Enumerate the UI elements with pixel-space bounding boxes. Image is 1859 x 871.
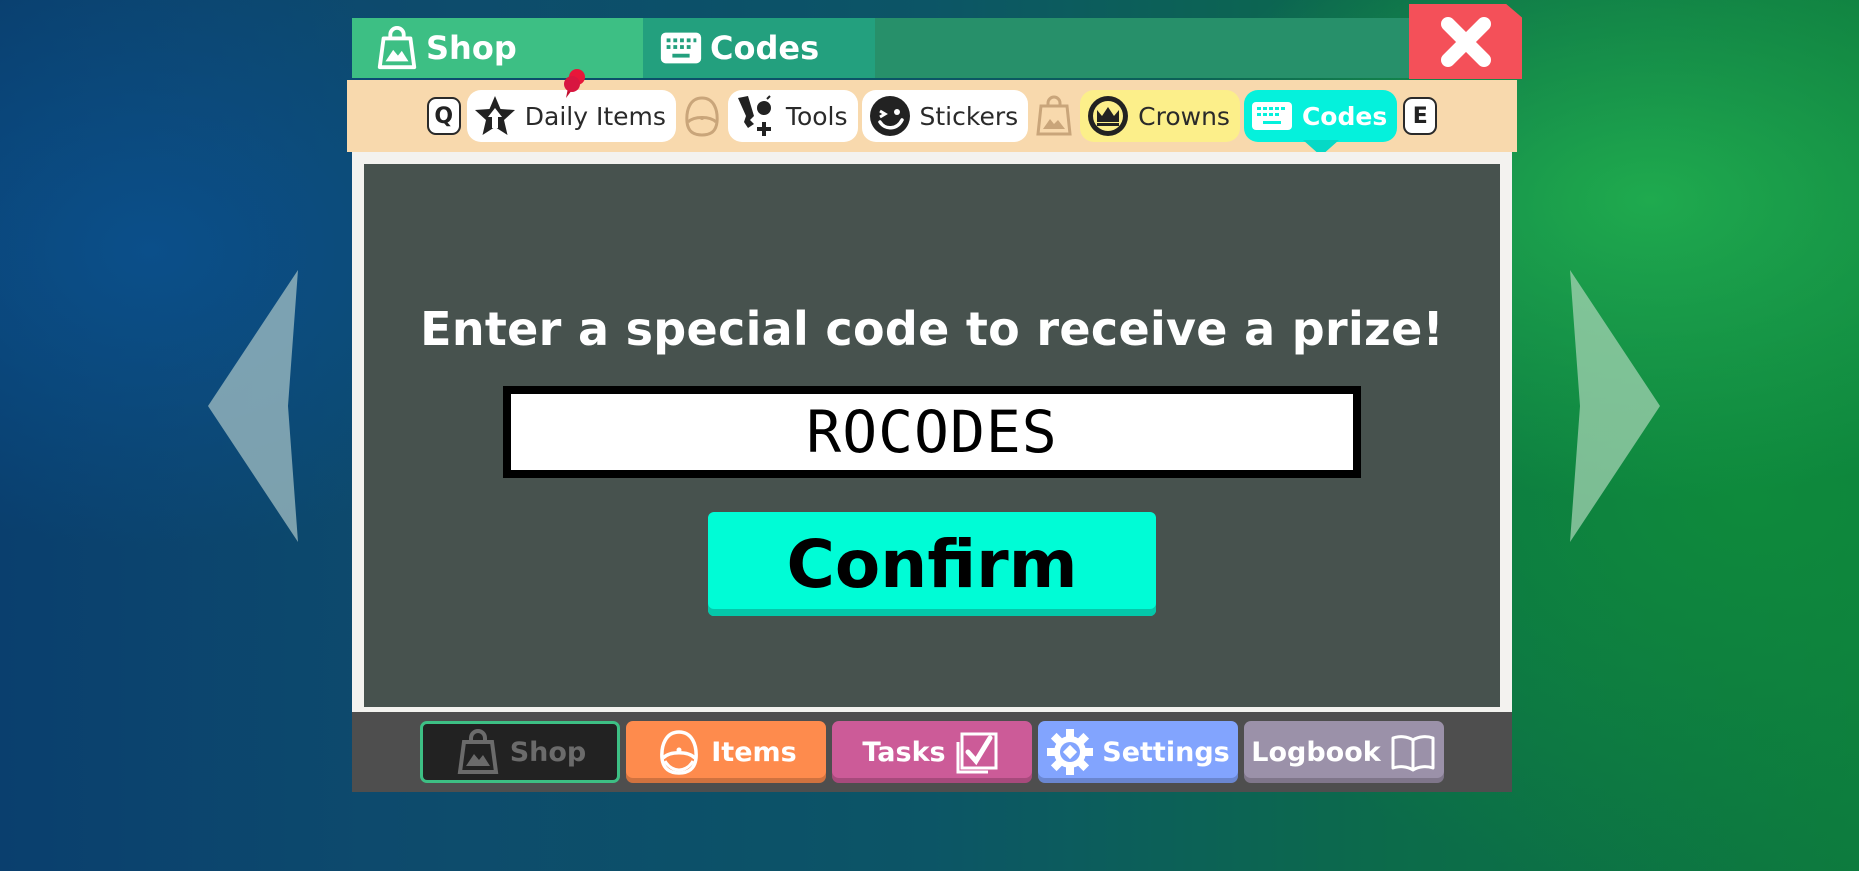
shopping-bag-icon[interactable] (1032, 94, 1076, 138)
nav-items-button[interactable]: Items (626, 721, 826, 783)
codes-prompt: Enter a special code to receive a prize! (420, 302, 1444, 356)
previous-arrow[interactable] (206, 266, 306, 546)
nav-logbook-button[interactable]: Logbook (1244, 721, 1444, 783)
subtab-tools[interactable]: Tools (727, 90, 858, 142)
keyboard-icon (658, 25, 704, 71)
code-input[interactable] (503, 386, 1361, 478)
chevron-right-icon (1570, 270, 1660, 542)
next-category-key[interactable]: E (1403, 97, 1438, 135)
close-icon (1440, 16, 1491, 67)
subtab-daily-items[interactable]: Daily Items (466, 69, 676, 142)
star-up-icon (473, 94, 517, 138)
subtab-tools-label: Tools (785, 101, 848, 131)
shopping-bag-icon (454, 728, 502, 776)
shop-window: Shop Codes Q Daily Items Tools Stickers … (347, 4, 1522, 794)
subtab-crowns-label: Crowns (1138, 101, 1230, 131)
notification-pin-icon (563, 69, 585, 98)
checklist-icon (954, 728, 1002, 776)
tools-icon (734, 94, 778, 138)
subtab-codes[interactable]: Codes (1243, 90, 1398, 156)
content-frame: Enter a special code to receive a prize!… (352, 152, 1512, 712)
book-icon (1389, 728, 1437, 776)
bottom-nav: Shop Items Tasks Settings Logbook (352, 712, 1512, 792)
gear-icon (1046, 728, 1094, 776)
nav-settings-label: Settings (1102, 736, 1230, 768)
prev-category-key[interactable]: Q (426, 97, 461, 135)
smiley-icon (868, 94, 912, 138)
codes-panel: Enter a special code to receive a prize!… (364, 164, 1500, 707)
confirm-button[interactable]: Confirm (708, 512, 1156, 616)
nav-settings-button[interactable]: Settings (1038, 721, 1238, 783)
nav-items-label: Items (711, 736, 797, 768)
nav-tasks-button[interactable]: Tasks (832, 721, 1032, 783)
next-arrow[interactable] (1562, 266, 1662, 546)
tab-codes[interactable]: Codes (643, 18, 875, 78)
title-bar: Shop Codes (352, 18, 1414, 78)
nav-logbook-label: Logbook (1251, 736, 1381, 768)
nav-shop-label: Shop (509, 736, 587, 768)
subtab-daily-items-label: Daily Items (524, 101, 666, 131)
keyboard-icon (1250, 94, 1294, 138)
backpack-icon (655, 728, 703, 776)
tab-shop[interactable]: Shop (352, 18, 643, 78)
subtab-stickers[interactable]: Stickers (861, 90, 1029, 142)
backpack-icon[interactable] (680, 94, 724, 138)
crown-icon (1086, 94, 1130, 138)
subtab-stickers-label: Stickers (919, 101, 1019, 131)
close-button[interactable] (1409, 4, 1522, 79)
category-tab-bar: Q Daily Items Tools Stickers Crowns Code… (347, 69, 1517, 156)
tab-shop-label: Shop (426, 29, 517, 67)
tab-codes-label: Codes (710, 29, 820, 67)
nav-tasks-label: Tasks (862, 736, 946, 768)
nav-shop-button[interactable]: Shop (420, 721, 620, 783)
chevron-left-icon (208, 270, 298, 542)
shopping-bag-icon (374, 25, 420, 71)
subtab-crowns[interactable]: Crowns (1080, 90, 1240, 142)
subtab-codes-label: Codes (1301, 101, 1388, 131)
